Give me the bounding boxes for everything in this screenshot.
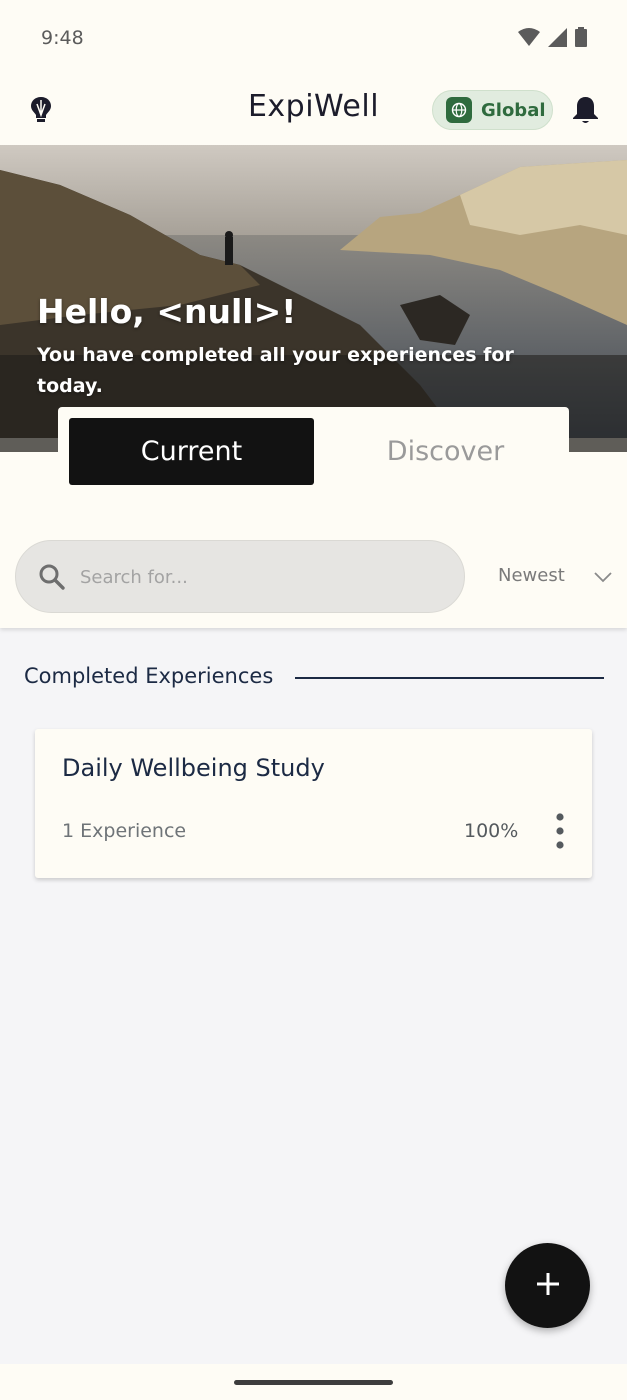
global-label: Global bbox=[481, 99, 546, 121]
signal-icon bbox=[548, 27, 567, 47]
search-icon bbox=[38, 563, 66, 595]
tab-discover[interactable]: Discover bbox=[323, 418, 568, 485]
experience-count: 1 Experience bbox=[62, 820, 187, 842]
wifi-icon bbox=[518, 28, 540, 46]
status-bar: 9:48 bbox=[0, 0, 627, 75]
plus-icon bbox=[534, 1270, 562, 1302]
sort-select[interactable]: Newest bbox=[498, 562, 618, 592]
hero-subtitle: You have completed all your experiences … bbox=[37, 344, 514, 397]
search-input[interactable] bbox=[80, 563, 440, 591]
experience-card[interactable]: Daily Wellbeing Study 1 Experience 100% bbox=[35, 729, 592, 878]
experience-progress: 100% bbox=[464, 820, 519, 842]
status-icons bbox=[518, 27, 587, 47]
home-indicator[interactable] bbox=[234, 1380, 393, 1385]
app-bar: ExpiWell Global bbox=[0, 75, 627, 145]
globe-icon bbox=[446, 97, 472, 123]
experience-title: Daily Wellbeing Study bbox=[62, 754, 325, 782]
more-options-icon[interactable] bbox=[551, 813, 569, 849]
add-experience-button[interactable] bbox=[505, 1243, 590, 1328]
status-time: 9:48 bbox=[41, 27, 84, 49]
hero-greeting: Hello, <null>! bbox=[37, 292, 297, 331]
global-scope-button[interactable]: Global bbox=[432, 90, 553, 130]
section-divider bbox=[295, 677, 604, 679]
sort-label: Newest bbox=[498, 565, 565, 586]
tab-current[interactable]: Current bbox=[69, 418, 314, 485]
bell-icon[interactable] bbox=[571, 95, 600, 129]
search-box[interactable] bbox=[15, 540, 465, 613]
battery-icon bbox=[575, 27, 587, 47]
chevron-down-icon bbox=[594, 568, 612, 587]
section-title: Completed Experiences bbox=[24, 664, 274, 688]
